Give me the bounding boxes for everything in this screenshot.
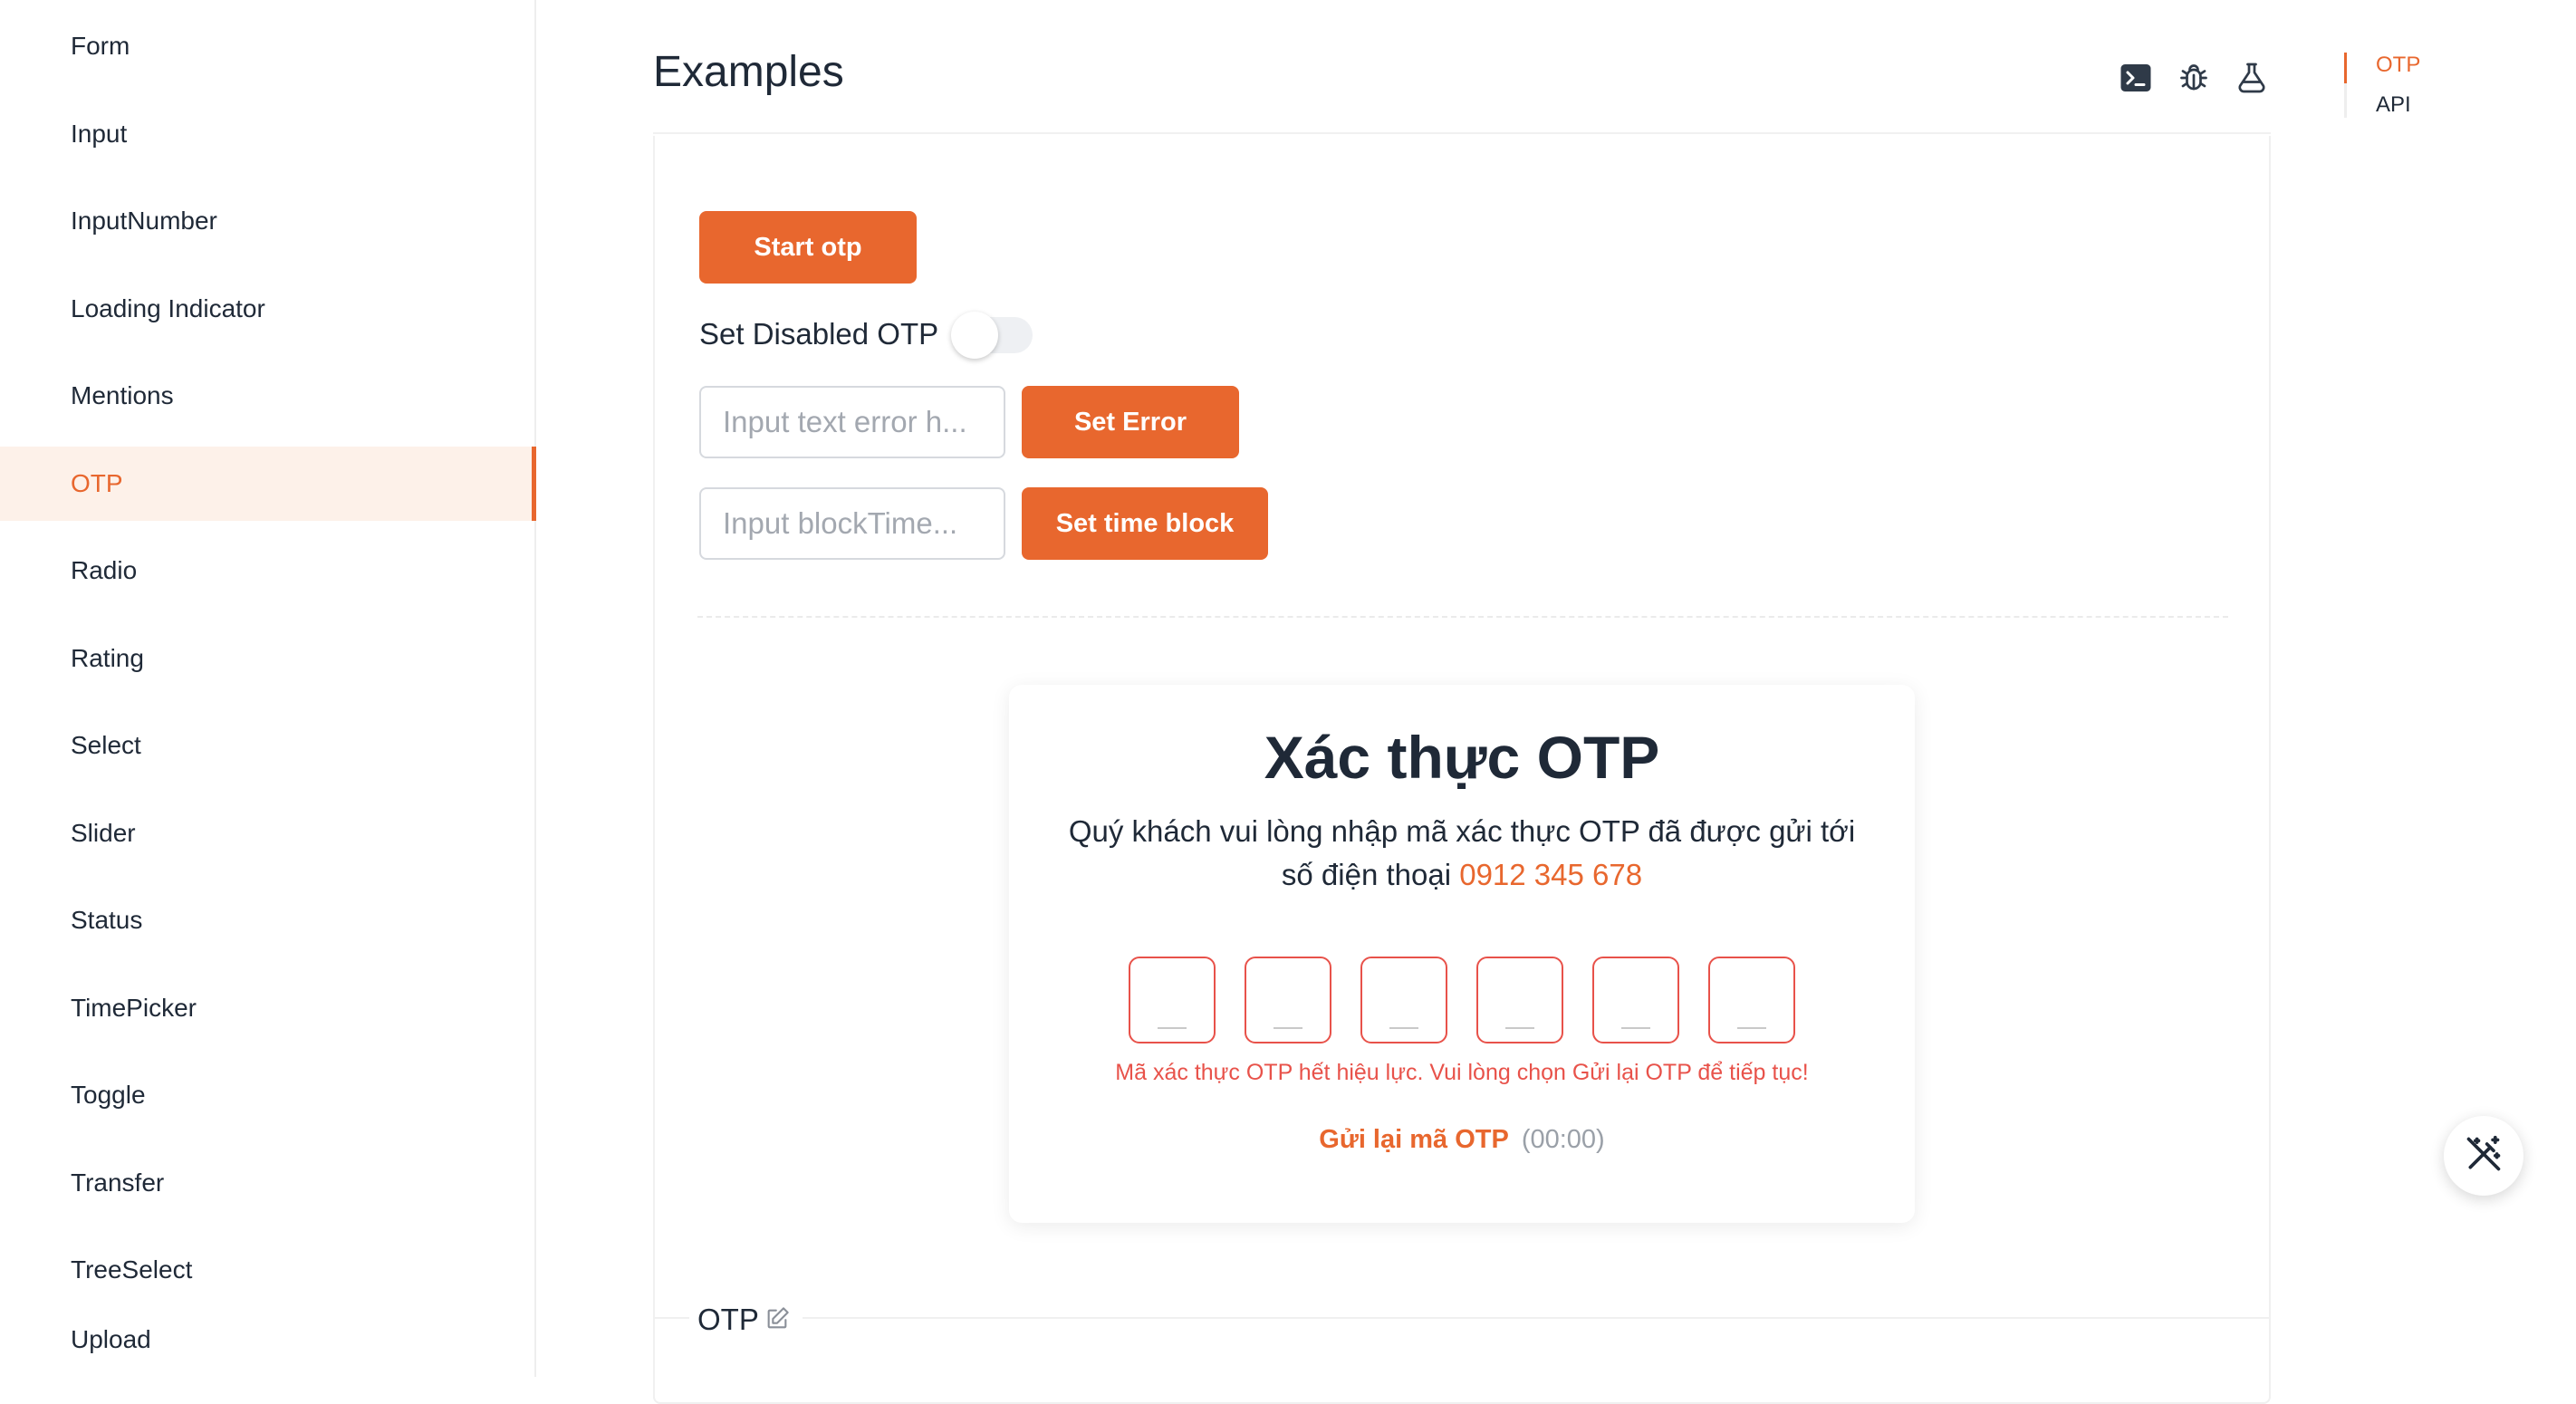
resend-otp-link[interactable]: Gửi lại mã OTP — [1319, 1125, 1509, 1154]
disabled-otp-label: Set Disabled OTP — [699, 317, 939, 351]
sidebar-item-mentions[interactable]: Mentions — [0, 359, 536, 433]
block-time-input[interactable] — [699, 487, 1005, 560]
otp-digit-1[interactable] — [1129, 957, 1216, 1043]
disabled-otp-toggle[interactable] — [951, 312, 1033, 359]
section-title: OTP — [697, 1303, 759, 1336]
otp-digit-4[interactable] — [1476, 957, 1563, 1043]
sidebar-item-label: OTP — [71, 469, 123, 497]
table-of-contents: OTP API — [2344, 53, 2420, 118]
sidebar-item-label: TimePicker — [71, 994, 197, 1022]
bug-icon[interactable] — [2177, 62, 2210, 94]
sidebar-item-label: Status — [71, 906, 143, 934]
sidebar-item-transfer[interactable]: Transfer — [0, 1146, 536, 1220]
section-divider-left — [653, 1317, 689, 1319]
sidebar-item-inputnumber[interactable]: InputNumber — [0, 184, 536, 258]
otp-phone-number: 0912 345 678 — [1459, 858, 1643, 891]
sidebar-item-status[interactable]: Status — [0, 883, 536, 957]
header-divider — [653, 132, 2271, 134]
toc-active-marker — [2344, 53, 2347, 83]
sidebar-item-label: Mentions — [71, 381, 174, 409]
otp-error-message: Mã xác thực OTP hết hiệu lực. Vui lòng c… — [1115, 1060, 1809, 1085]
start-otp-button[interactable]: Start otp — [699, 211, 917, 284]
flask-icon[interactable] — [2235, 62, 2268, 94]
page-title: Examples — [653, 48, 844, 96]
edit-icon[interactable] — [764, 1306, 790, 1332]
magic-wand-icon — [2464, 1134, 2504, 1178]
error-text-input[interactable] — [699, 386, 1005, 458]
sidebar-item-select[interactable]: Select — [0, 708, 536, 783]
sidebar-item-rating[interactable]: Rating — [0, 621, 536, 696]
sidebar-item-label: Toggle — [71, 1081, 146, 1109]
otp-description: Quý khách vui lòng nhập mã xác thực OTP … — [1054, 810, 1870, 897]
sidebar-item-label: Loading Indicator — [71, 294, 265, 322]
demo-divider — [697, 616, 2228, 618]
otp-digit-2[interactable] — [1245, 957, 1331, 1043]
magic-wand-button[interactable] — [2444, 1116, 2523, 1196]
sidebar-item-input[interactable]: Input — [0, 97, 536, 171]
otp-digit-6[interactable] — [1708, 957, 1795, 1043]
toc-item-otp[interactable]: OTP — [2376, 53, 2420, 78]
sidebar-item-label: TreeSelect — [71, 1255, 193, 1284]
sidebar-item-label: Upload — [71, 1325, 151, 1353]
section-divider — [803, 1317, 2271, 1319]
toc-item-api[interactable]: API — [2376, 92, 2411, 118]
sidebar-item-label: Radio — [71, 556, 138, 584]
otp-title: Xác thực OTP — [1264, 724, 1660, 791]
otp-digit-5[interactable] — [1592, 957, 1679, 1043]
sidebar-item-label: Input — [71, 120, 128, 148]
sidebar-item-timepicker[interactable]: TimePicker — [0, 971, 536, 1045]
sidebar-item-treeselect[interactable]: TreeSelect — [0, 1233, 536, 1307]
sidebar-item-label: Slider — [71, 819, 136, 847]
sidebar-nav: Form Input InputNumber Loading Indicator… — [0, 0, 536, 1377]
otp-card: Xác thực OTP Quý khách vui lòng nhập mã … — [1009, 685, 1915, 1223]
sidebar-item-radio[interactable]: Radio — [0, 534, 536, 608]
otp-resend-row: Gửi lại mã OTP (00:00) — [1009, 1125, 1915, 1155]
sidebar-item-slider[interactable]: Slider — [0, 796, 536, 870]
sidebar-item-label: Transfer — [71, 1168, 165, 1197]
terminal-icon[interactable] — [2119, 62, 2152, 94]
otp-digit-3[interactable] — [1360, 957, 1447, 1043]
sidebar-item-label: InputNumber — [71, 207, 217, 235]
set-time-block-button[interactable]: Set time block — [1022, 487, 1268, 560]
sidebar-item-label: Form — [71, 32, 130, 60]
resend-countdown: (00:00) — [1521, 1125, 1605, 1154]
sidebar-item-otp[interactable]: OTP — [0, 447, 536, 521]
sidebar-item-form[interactable]: Form — [0, 9, 536, 83]
sidebar-item-upload[interactable]: Upload — [0, 1303, 536, 1377]
sidebar-item-toggle[interactable]: Toggle — [0, 1058, 536, 1132]
otp-input-group — [1129, 957, 1795, 1043]
sidebar-item-loading-indicator[interactable]: Loading Indicator — [0, 272, 536, 346]
toggle-knob — [951, 312, 998, 359]
sidebar-item-label: Select — [71, 731, 141, 759]
sidebar-item-label: Rating — [71, 644, 144, 672]
set-error-button[interactable]: Set Error — [1022, 386, 1239, 458]
